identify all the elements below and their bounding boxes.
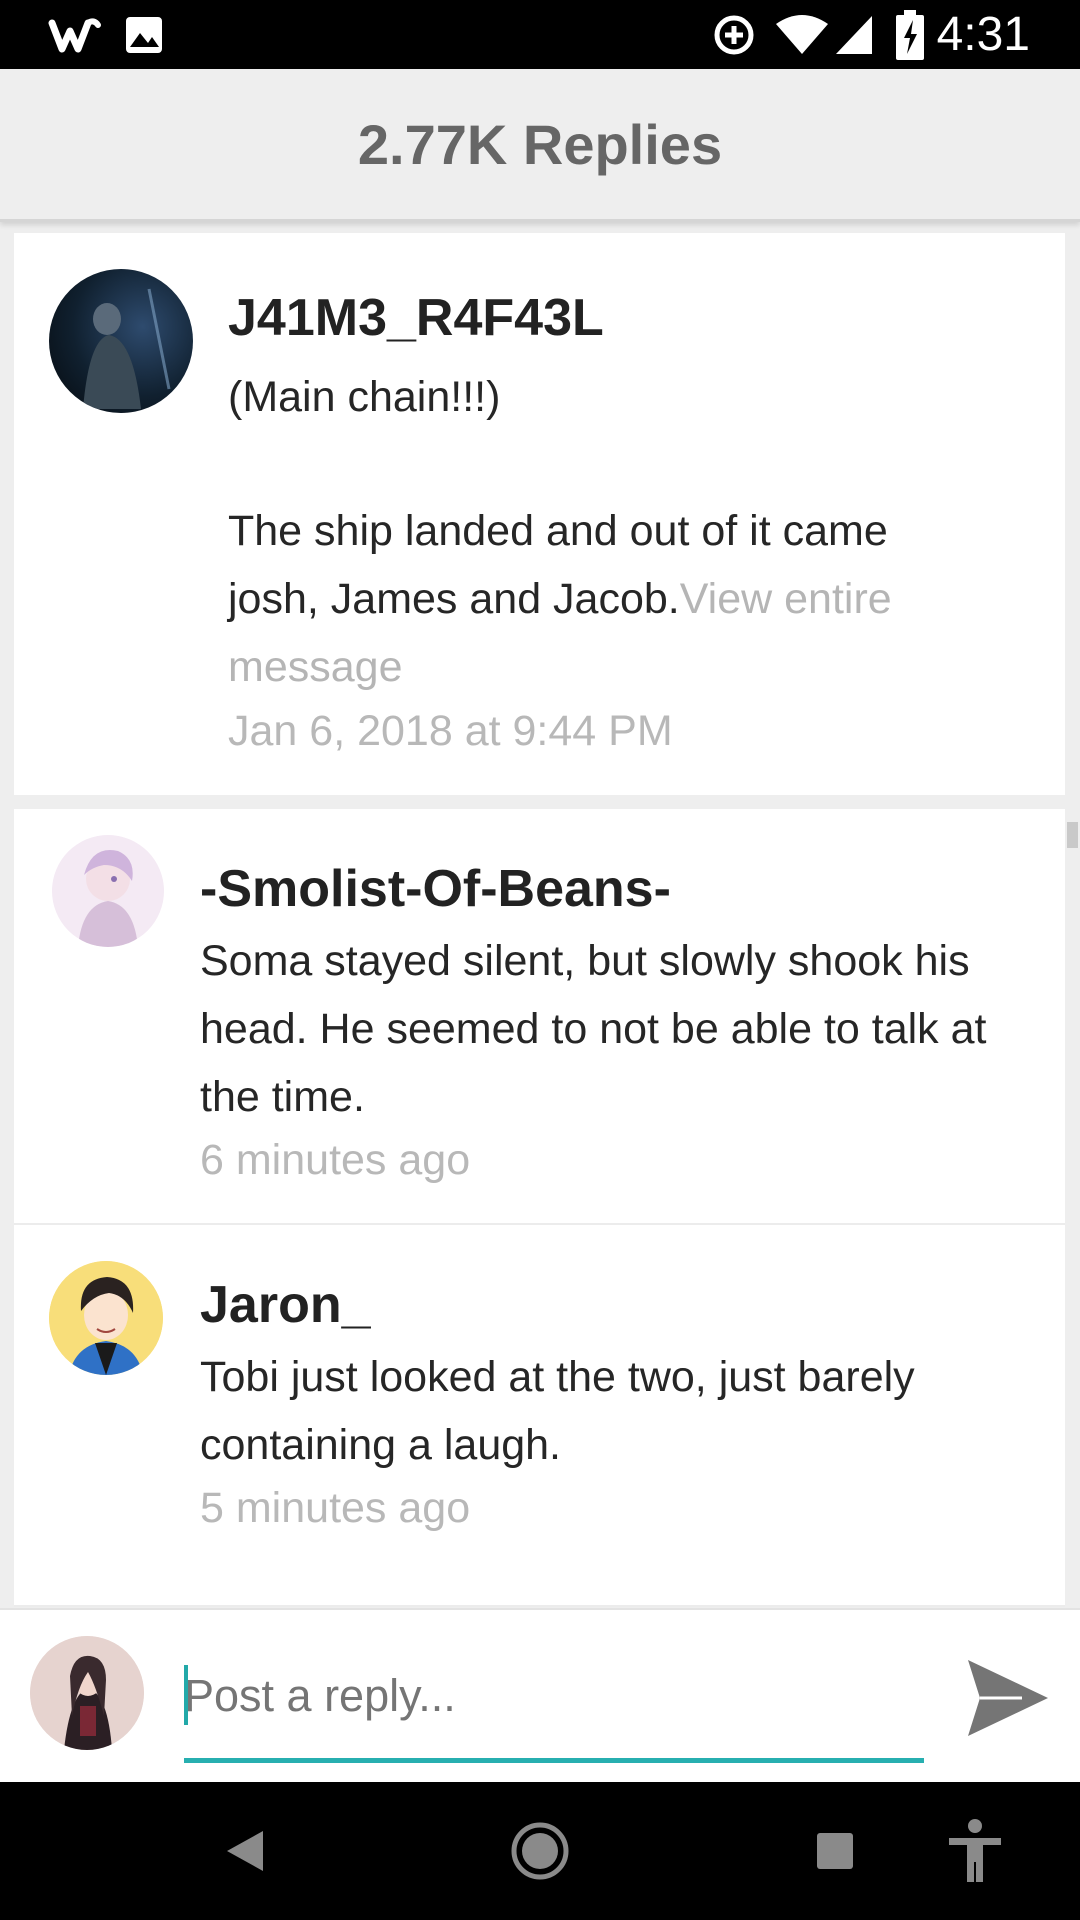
reply-composer xyxy=(0,1608,1080,1784)
send-icon[interactable] xyxy=(966,1658,1050,1743)
list-item[interactable]: -Smolist-Of-Beans- Soma stayed silent, b… xyxy=(14,809,1065,1225)
cell-signal-icon xyxy=(834,0,874,69)
page-title: 2.77K Replies xyxy=(357,112,723,176)
wifi-icon xyxy=(774,0,830,69)
username[interactable]: J41M3_R4F43L xyxy=(228,288,604,348)
avatar[interactable] xyxy=(49,269,193,413)
avatar[interactable] xyxy=(52,835,164,947)
reply-text: Soma stayed silent, but slowly shook his… xyxy=(200,937,987,1121)
text-cursor xyxy=(184,1665,188,1725)
input-underline xyxy=(184,1758,924,1763)
username[interactable]: -Smolist-Of-Beans- xyxy=(200,859,671,919)
app-header: 2.77K Replies xyxy=(0,69,1080,222)
battery-charging-icon xyxy=(896,0,924,69)
navigation-bar xyxy=(0,1782,1080,1920)
list-item[interactable]: Jaron_ Tobi just looked at the two, just… xyxy=(14,1225,1065,1607)
avatar[interactable] xyxy=(30,1636,144,1750)
status-time: 4:31 xyxy=(936,8,1030,61)
back-icon[interactable] xyxy=(205,1782,285,1920)
reply-text: Tobi just looked at the two, just barely… xyxy=(200,1353,915,1469)
scrollbar-thumb[interactable] xyxy=(1067,822,1078,848)
reply-timestamp: 6 minutes ago xyxy=(200,1136,471,1184)
reply-timestamp: 5 minutes ago xyxy=(200,1484,471,1532)
avatar[interactable] xyxy=(49,1261,163,1375)
main-post-card: J41M3_R4F43L (Main chain!!!) The ship la… xyxy=(14,233,1065,795)
image-icon xyxy=(124,0,164,69)
wish-app-icon xyxy=(48,0,104,69)
data-saver-icon xyxy=(712,0,756,69)
username[interactable]: Jaron_ xyxy=(200,1275,371,1335)
reply-input[interactable] xyxy=(184,1660,924,1732)
status-bar: 4:31 xyxy=(0,0,1080,69)
post-body: The ship landed and out of it came josh,… xyxy=(228,497,1028,701)
home-icon[interactable] xyxy=(500,1782,580,1920)
accessibility-icon[interactable] xyxy=(935,1782,1015,1920)
recents-icon[interactable] xyxy=(795,1782,875,1920)
reply-list[interactable]: J41M3_R4F43L (Main chain!!!) The ship la… xyxy=(14,233,1065,1607)
post-timestamp: Jan 6, 2018 at 9:44 PM xyxy=(228,707,673,755)
post-first-line: (Main chain!!!) xyxy=(228,373,501,421)
